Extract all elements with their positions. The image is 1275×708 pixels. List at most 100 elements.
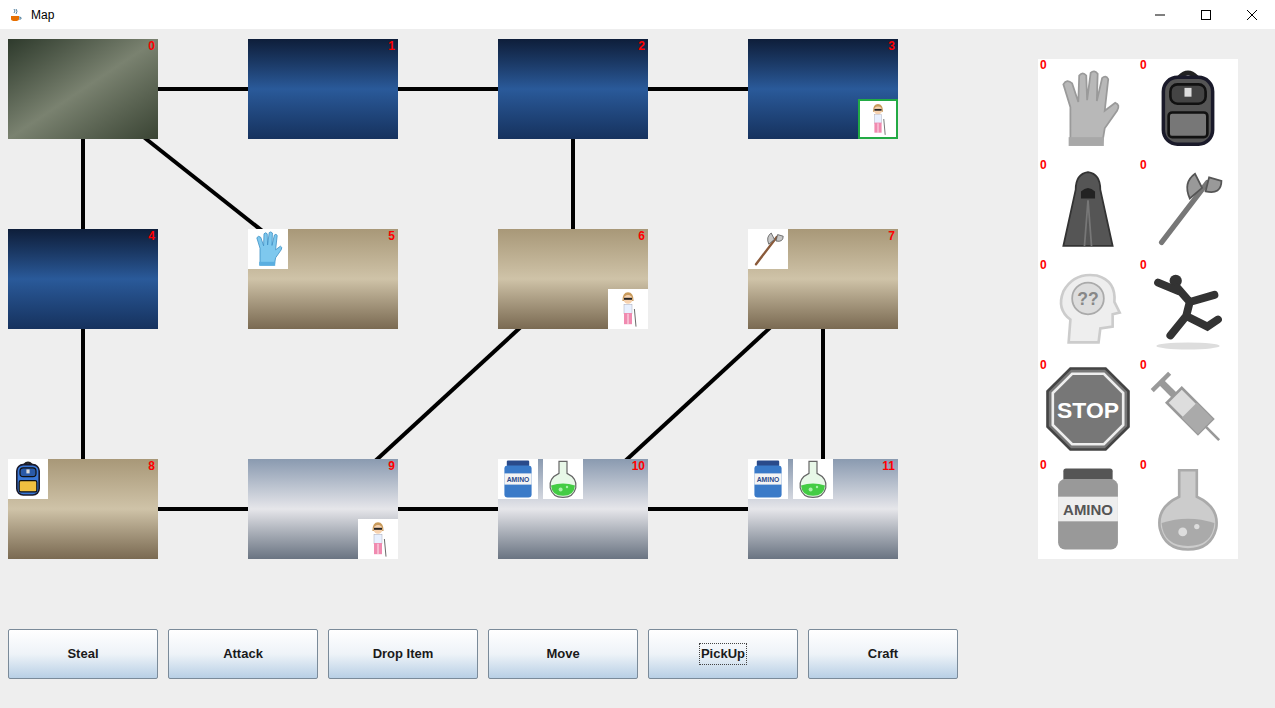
room-number: 9 — [388, 460, 395, 472]
action-button[interactable]: Move — [488, 629, 638, 679]
dancer-icon — [1144, 265, 1232, 353]
action-button[interactable]: Drop Item — [328, 629, 478, 679]
inventory-count: 0 — [1140, 259, 1147, 271]
maximize-icon — [1201, 10, 1211, 20]
room-item[interactable] — [248, 229, 288, 269]
room-number: 10 — [632, 460, 645, 472]
inventory-slot[interactable]: 0 — [1038, 59, 1138, 159]
player-icon — [860, 101, 896, 137]
inventory-icon-box — [1044, 65, 1132, 153]
button-label: Steal — [67, 644, 98, 664]
room-number: 1 — [388, 40, 395, 52]
room-node[interactable]: 5 — [248, 229, 398, 329]
room-node[interactable]: 0 — [8, 39, 158, 139]
stop-icon: STOP — [1044, 365, 1132, 453]
room-node[interactable]: 9 — [248, 459, 398, 559]
room-number: 6 — [638, 230, 645, 242]
inventory-count: 0 — [1040, 259, 1047, 271]
room-node[interactable]: 1 — [248, 39, 398, 139]
axe-icon — [1144, 165, 1232, 253]
inventory-slot[interactable]: 0 — [1138, 359, 1238, 459]
room-number: 3 — [888, 40, 895, 52]
room-node[interactable]: 7 — [748, 229, 898, 329]
room-node[interactable]: 10 AMINO — [498, 459, 648, 559]
gloves-icon — [1044, 65, 1132, 153]
close-button[interactable] — [1229, 0, 1275, 29]
flask-icon — [543, 459, 583, 499]
room-item[interactable]: AMINO — [748, 459, 788, 499]
minimize-button[interactable] — [1137, 0, 1183, 29]
room-number: 5 — [388, 230, 395, 242]
svg-text:AMINO: AMINO — [507, 476, 530, 483]
action-button[interactable]: PickUp — [648, 629, 798, 679]
room-number: 2 — [638, 40, 645, 52]
app-window: Map012345678910AMINO11AMINO0000??00STOP0… — [0, 0, 1275, 708]
inventory-icon-box — [1144, 265, 1232, 353]
window-controls — [1137, 0, 1275, 29]
inventory-panel: 0000??00STOP00AMINO00 — [1038, 59, 1238, 559]
player-token[interactable] — [608, 289, 648, 329]
room-node[interactable]: 11 AMINO — [748, 459, 898, 559]
player-token[interactable] — [858, 99, 898, 139]
inventory-count: 0 — [1140, 459, 1147, 471]
title-bar: Map — [0, 0, 1275, 29]
room-items — [8, 459, 48, 499]
inventory-slot[interactable]: 0 — [1138, 259, 1238, 359]
inventory-icon-box: STOP — [1044, 365, 1132, 453]
room-items — [748, 229, 788, 269]
java-icon — [8, 7, 24, 23]
player-token[interactable] — [358, 519, 398, 559]
room-node[interactable]: 4 — [8, 229, 158, 329]
room-items: AMINO — [498, 459, 583, 499]
room-items — [248, 229, 288, 269]
inventory-slot[interactable]: STOP 0 — [1038, 359, 1138, 459]
action-button[interactable]: Steal — [8, 629, 158, 679]
amino-icon: AMINO — [1044, 465, 1132, 553]
room-number: 11 — [882, 460, 895, 472]
main-area: 012345678910AMINO11AMINO0000??00STOP00AM… — [0, 29, 1275, 559]
svg-text:STOP: STOP — [1057, 397, 1119, 423]
inventory-icon-box — [1144, 365, 1232, 453]
flask-icon — [1144, 465, 1232, 553]
inventory-slot[interactable]: 0 — [1138, 159, 1238, 259]
close-icon — [1247, 10, 1257, 20]
room-item[interactable] — [793, 459, 833, 499]
inventory-count: 0 — [1040, 359, 1047, 371]
room-number: 7 — [888, 230, 895, 242]
maximize-button[interactable] — [1183, 0, 1229, 29]
inventory-icon-box — [1144, 165, 1232, 253]
amino-icon: AMINO — [748, 459, 788, 499]
room-node[interactable]: 8 — [8, 459, 158, 559]
inventory-count: 0 — [1040, 459, 1047, 471]
inventory-icon-box — [1044, 165, 1132, 253]
inventory-slot[interactable]: 0 — [1138, 59, 1238, 159]
inventory-slot[interactable]: AMINO0 — [1038, 459, 1138, 559]
inventory-slot[interactable]: 0 — [1138, 459, 1238, 559]
room-item[interactable] — [543, 459, 583, 499]
inventory-count: 0 — [1040, 159, 1047, 171]
inventory-icon-box: ?? — [1044, 265, 1132, 353]
action-button[interactable]: Craft — [808, 629, 958, 679]
axe-icon — [748, 229, 788, 269]
room-number: 4 — [148, 230, 155, 242]
room-node[interactable]: 2 — [498, 39, 648, 139]
inventory-icon-box — [1144, 465, 1232, 553]
room-item[interactable]: AMINO — [498, 459, 538, 499]
room-node[interactable]: 6 — [498, 229, 648, 329]
inventory-count: 0 — [1040, 59, 1047, 71]
room-item[interactable] — [748, 229, 788, 269]
inventory-slot[interactable]: 0 — [1038, 159, 1138, 259]
inventory-slot[interactable]: ??0 — [1038, 259, 1138, 359]
button-label: Drop Item — [373, 644, 434, 664]
room-number: 0 — [148, 40, 155, 52]
button-label: Craft — [868, 644, 898, 664]
action-button[interactable]: Attack — [168, 629, 318, 679]
player-icon — [608, 289, 648, 329]
player-icon — [358, 519, 398, 559]
gloves-icon — [248, 229, 288, 269]
room-node[interactable]: 3 — [748, 39, 898, 139]
room-item[interactable] — [8, 459, 48, 499]
minimize-icon — [1155, 10, 1165, 20]
amino-icon: AMINO — [498, 459, 538, 499]
window-title: Map — [31, 6, 54, 24]
